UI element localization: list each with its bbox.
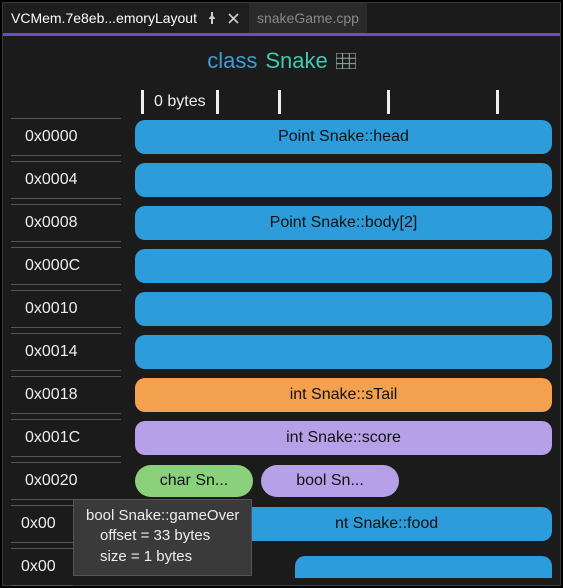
field-bar-area: Point Snake::head xyxy=(121,118,552,156)
offset-addr: 0x0020 xyxy=(11,462,121,500)
pin-icon[interactable] xyxy=(205,11,219,25)
field-bar-area xyxy=(121,161,552,199)
field-bar[interactable]: int Snake::score xyxy=(135,421,552,455)
field-pill-char[interactable]: char Sn... xyxy=(135,465,253,497)
tab-label: VCMem.7e8eb...emoryLayout xyxy=(11,10,197,26)
class-name: Snake xyxy=(265,48,327,74)
keyword-class: class xyxy=(207,48,257,74)
field-tooltip: bool Snake::gameOver offset = 33 bytes s… xyxy=(73,499,252,576)
memory-layout-window: VCMem.7e8eb...emoryLayout snakeGame.cpp … xyxy=(2,2,561,586)
field-bar[interactable]: nt Snake::food xyxy=(243,507,552,541)
offset-addr: 0x0008 xyxy=(11,204,121,242)
field-bar[interactable] xyxy=(135,292,552,326)
offset-addr: 0x0018 xyxy=(11,376,121,414)
field-bar-area xyxy=(121,247,552,285)
memory-row[interactable]: 0x0004 xyxy=(11,161,552,199)
tab-label: snakeGame.cpp xyxy=(257,10,359,26)
field-pill-bool[interactable]: bool Sn... xyxy=(261,465,399,497)
grid-icon[interactable] xyxy=(336,52,356,70)
close-icon[interactable] xyxy=(227,11,241,25)
field-bar-area xyxy=(121,333,552,371)
ruler-tick xyxy=(278,90,281,114)
field-bar[interactable]: Point Snake::body[2] xyxy=(135,206,552,240)
field-bar-area: char Sn... bool Sn... xyxy=(121,462,552,500)
tab-snakegame-cpp[interactable]: snakeGame.cpp xyxy=(249,3,367,33)
tooltip-size: size = 1 bytes xyxy=(86,547,239,567)
memory-row[interactable]: 0x0020 char Sn... bool Sn... xyxy=(11,462,552,500)
tooltip-title: bool Snake::gameOver xyxy=(86,506,239,526)
memory-row[interactable]: 0x0008 Point Snake::body[2] xyxy=(11,204,552,242)
memory-row[interactable]: 0x000C xyxy=(11,247,552,285)
ruler-tick xyxy=(496,90,499,114)
ruler-spacer xyxy=(225,90,552,114)
field-bar[interactable] xyxy=(135,249,552,283)
offset-addr: 0x0010 xyxy=(11,290,121,328)
field-bar[interactable]: int Snake::sTail xyxy=(135,378,552,412)
tooltip-offset: offset = 33 bytes xyxy=(86,526,239,546)
byte-ruler: 0 bytes xyxy=(135,88,552,116)
ruler-tick xyxy=(387,90,390,114)
offset-addr: 0x0014 xyxy=(11,333,121,371)
ruler-tick xyxy=(216,90,219,114)
memory-row[interactable]: 0x0018 int Snake::sTail xyxy=(11,376,552,414)
field-bar-area: int Snake::score xyxy=(121,419,552,457)
field-bar[interactable] xyxy=(295,556,552,578)
ruler-tick xyxy=(141,90,144,114)
field-bar[interactable]: Point Snake::head xyxy=(135,120,552,154)
offset-addr: 0x0000 xyxy=(11,118,121,156)
tab-memory-layout[interactable]: VCMem.7e8eb...emoryLayout xyxy=(3,3,249,33)
offset-addr: 0x0004 xyxy=(11,161,121,199)
tab-bar: VCMem.7e8eb...emoryLayout snakeGame.cpp xyxy=(3,3,560,33)
memory-row[interactable]: 0x0000 Point Snake::head xyxy=(11,118,552,156)
field-bar[interactable] xyxy=(135,163,552,197)
field-bar-area xyxy=(121,290,552,328)
offset-addr: 0x001C xyxy=(11,419,121,457)
memory-row[interactable]: 0x001C int Snake::score xyxy=(11,419,552,457)
field-bar[interactable] xyxy=(135,335,552,369)
class-title: class Snake xyxy=(11,42,552,88)
field-bar-area: Point Snake::body[2] xyxy=(121,204,552,242)
field-bar-area: int Snake::sTail xyxy=(121,376,552,414)
offset-addr: 0x00 xyxy=(11,505,73,543)
memory-row[interactable]: 0x0014 xyxy=(11,333,552,371)
ruler-label: 0 bytes xyxy=(150,93,210,111)
offset-addr: 0x00 xyxy=(11,548,73,586)
memory-row[interactable]: 0x0010 xyxy=(11,290,552,328)
offset-addr: 0x000C xyxy=(11,247,121,285)
